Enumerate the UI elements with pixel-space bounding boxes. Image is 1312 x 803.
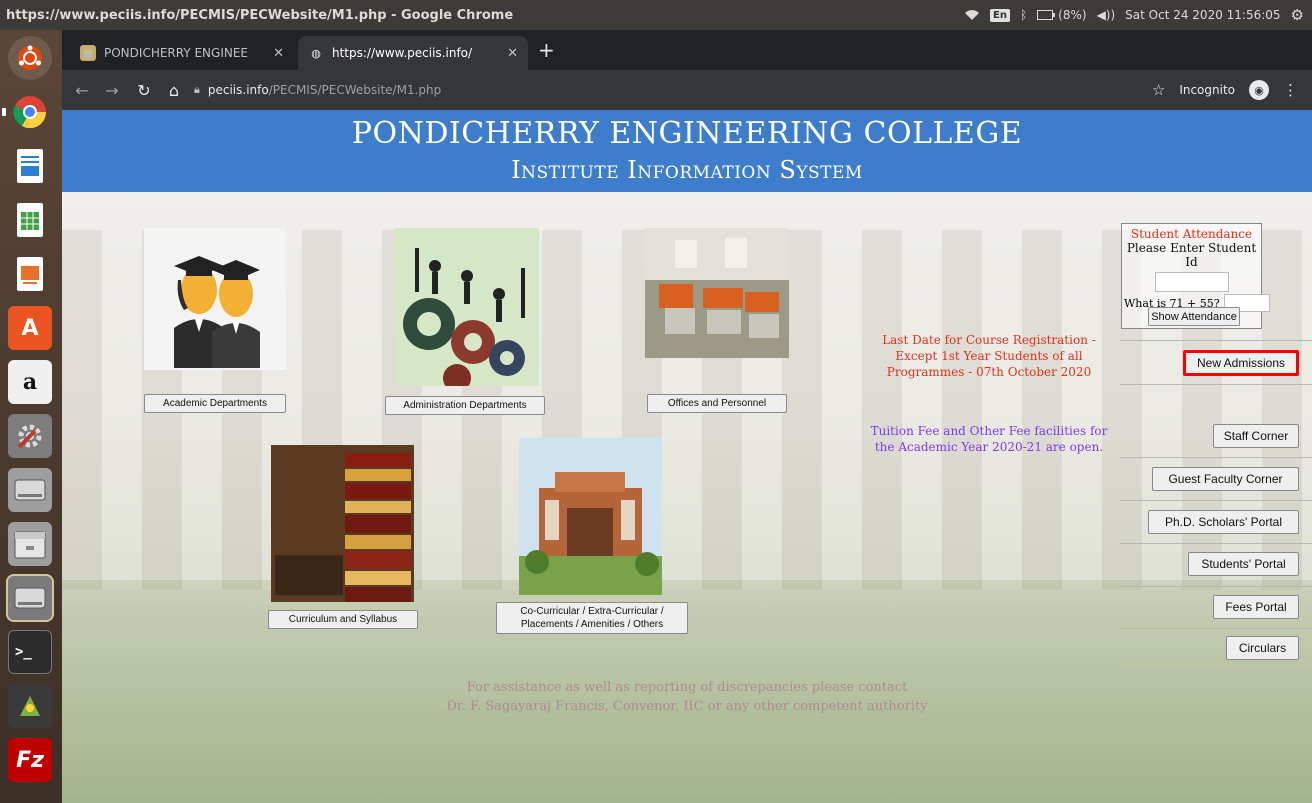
fee-notice-line2: the Academic Year 2020-21 are open. xyxy=(874,440,1104,454)
separator xyxy=(1120,586,1312,587)
amazon-icon[interactable]: a xyxy=(8,360,52,404)
staff-corner-button[interactable]: Staff Corner xyxy=(1213,424,1299,448)
site-banner: PONDICHERRY ENGINEERING COLLEGE Institut… xyxy=(62,110,1312,192)
separator xyxy=(1120,384,1312,385)
registration-notice-line1: Last Date for Course Registration - xyxy=(882,333,1096,347)
keyboard-layout-indicator[interactable]: En xyxy=(990,8,1010,22)
url-path: /PECMIS/PECWebsite/M1.php xyxy=(268,83,442,97)
tab-label: PONDICHERRY ENGINEE xyxy=(104,46,249,60)
offices-personnel-button[interactable]: Offices and Personnel xyxy=(647,394,787,413)
settings-gear-icon[interactable]: ⚙ xyxy=(1291,6,1304,24)
home-icon[interactable]: ⌂ xyxy=(162,78,186,102)
web-page: PONDICHERRY ENGINEERING COLLEGE Institut… xyxy=(62,110,1312,803)
contact-line2: Dr. F. Sagayaraj Francis, Convenor, IIC … xyxy=(446,699,928,714)
tab-label: https://www.peciis.info/ xyxy=(332,46,473,60)
contact-line1: For assistance as well as reporting of d… xyxy=(466,680,908,695)
office-image[interactable] xyxy=(645,228,789,358)
new-admissions-button[interactable]: New Admissions xyxy=(1183,350,1299,376)
co-curricular-label-line1: Co-Curricular / Extra-Curricular / xyxy=(520,606,664,617)
graduates-image[interactable] xyxy=(144,228,286,370)
forward-arrow-icon[interactable]: → xyxy=(100,78,124,102)
system-top-bar: https://www.peciis.info/PECMIS/PECWebsit… xyxy=(0,0,1312,30)
registration-notice-line3: Programmes - 07th October 2020 xyxy=(886,365,1092,379)
browser-toolbar: ← → ↻ ⌂ 🔒︎ peciis.info/PECMIS/PECWebsite… xyxy=(62,70,1312,110)
site-subtitle: Institute Information System xyxy=(511,156,863,184)
battery-indicator[interactable]: (8%) xyxy=(1037,8,1087,22)
incognito-label[interactable]: Incognito xyxy=(1179,83,1235,97)
battery-icon xyxy=(1037,10,1056,20)
separator xyxy=(1120,340,1312,341)
academic-departments-button[interactable]: Academic Departments xyxy=(144,394,286,413)
fee-notice[interactable]: Tuition Fee and Other Fee facilities for… xyxy=(852,423,1126,455)
globe-icon: ◍ xyxy=(311,46,321,60)
attendance-heading: Student Attendance xyxy=(1130,227,1253,241)
wifi-icon[interactable] xyxy=(964,9,980,21)
new-tab-button[interactable]: + xyxy=(538,38,555,62)
clock[interactable]: Sat Oct 24 2020 11:56:05 xyxy=(1125,8,1280,22)
system-settings-icon[interactable] xyxy=(8,414,52,458)
registration-notice: Last Date for Course Registration - Exce… xyxy=(854,332,1124,380)
curriculum-syllabus-button[interactable]: Curriculum and Syllabus xyxy=(268,610,418,629)
close-tab-icon[interactable]: ✕ xyxy=(507,46,518,61)
calc-icon[interactable] xyxy=(8,198,52,242)
lock-icon: 🔒︎ xyxy=(194,83,200,96)
writer-icon[interactable] xyxy=(8,144,52,188)
address-bar[interactable]: 🔒︎ peciis.info/PECMIS/PECWebsite/M1.php xyxy=(194,76,614,104)
phd-scholars-portal-button[interactable]: Ph.D. Scholars' Portal xyxy=(1148,510,1299,534)
close-tab-icon[interactable]: ✕ xyxy=(273,46,284,61)
co-curricular-button[interactable]: Co-Curricular / Extra-Curricular / Place… xyxy=(496,602,688,634)
toolbar-right: ☆ Incognito ◉ ⋮ xyxy=(1152,70,1298,110)
filezilla-icon[interactable]: Fz xyxy=(8,738,52,782)
volume-icon[interactable]: ◀)) xyxy=(1097,8,1116,22)
browser-tab-strip: ▦ PONDICHERRY ENGINEE ✕ ◍ https://www.pe… xyxy=(62,30,1312,70)
separator xyxy=(1120,500,1312,501)
administration-departments-button[interactable]: Administration Departments xyxy=(385,396,545,415)
campus-building-image[interactable] xyxy=(519,438,662,595)
impress-icon[interactable] xyxy=(8,252,52,296)
drive-icon[interactable] xyxy=(8,468,52,512)
site-title: PONDICHERRY ENGINEERING COLLEGE xyxy=(351,116,1023,151)
fee-notice-line1: Tuition Fee and Other Fee facilities for xyxy=(870,424,1108,438)
fees-portal-button[interactable]: Fees Portal xyxy=(1213,595,1299,619)
circulars-button[interactable]: Circulars xyxy=(1226,636,1299,660)
separator xyxy=(1120,543,1312,544)
students-portal-button[interactable]: Students' Portal xyxy=(1188,552,1299,576)
tab-peciis[interactable]: ◍ https://www.peciis.info/ ✕ xyxy=(298,36,528,70)
separator xyxy=(1120,628,1312,629)
chrome-icon[interactable] xyxy=(2,90,52,134)
gears-image[interactable] xyxy=(395,228,539,386)
bookmark-star-icon[interactable]: ☆ xyxy=(1152,81,1165,99)
attendance-prompt: Please Enter Student Id xyxy=(1126,241,1257,269)
app-icon[interactable] xyxy=(8,684,52,728)
terminal-icon[interactable]: >_ xyxy=(8,630,52,674)
window-title: https://www.peciis.info/PECMIS/PECWebsit… xyxy=(6,7,514,23)
incognito-icon[interactable]: ◉ xyxy=(1249,80,1269,100)
tab-pondicherry[interactable]: ▦ PONDICHERRY ENGINEE ✕ xyxy=(70,36,294,70)
books-image[interactable] xyxy=(271,445,414,602)
separator xyxy=(1120,457,1312,458)
college-favicon-icon: ▦ xyxy=(80,45,96,61)
system-tray: En ᛒ (8%) ◀)) Sat Oct 24 2020 11:56:05 ⚙ xyxy=(964,0,1304,30)
show-attendance-button[interactable]: Show Attendance xyxy=(1148,307,1240,326)
url-domain: peciis.info xyxy=(207,83,269,97)
student-attendance-form: Student Attendance Please Enter Student … xyxy=(1121,223,1270,329)
software-center-icon[interactable]: A xyxy=(8,306,52,350)
drive-2-icon[interactable] xyxy=(6,574,54,622)
student-id-input[interactable] xyxy=(1154,272,1229,292)
back-arrow-icon[interactable]: ← xyxy=(70,78,94,102)
menu-kebab-icon[interactable]: ⋮ xyxy=(1283,81,1298,99)
separator xyxy=(1120,670,1312,671)
ubuntu-dash-icon[interactable] xyxy=(8,36,52,80)
registration-notice-line2: Except 1st Year Students of all xyxy=(895,349,1083,363)
files-icon[interactable] xyxy=(8,522,52,566)
launcher: A a >_ Fz xyxy=(0,30,62,803)
contact-info: For assistance as well as reporting of d… xyxy=(312,678,1062,716)
reload-icon[interactable]: ↻ xyxy=(132,78,156,102)
bluetooth-icon[interactable]: ᛒ xyxy=(1020,8,1027,22)
battery-percent: (8%) xyxy=(1058,8,1087,22)
guest-faculty-corner-button[interactable]: Guest Faculty Corner xyxy=(1152,467,1299,491)
co-curricular-label-line2: Placements / Amenities / Others xyxy=(520,619,664,630)
